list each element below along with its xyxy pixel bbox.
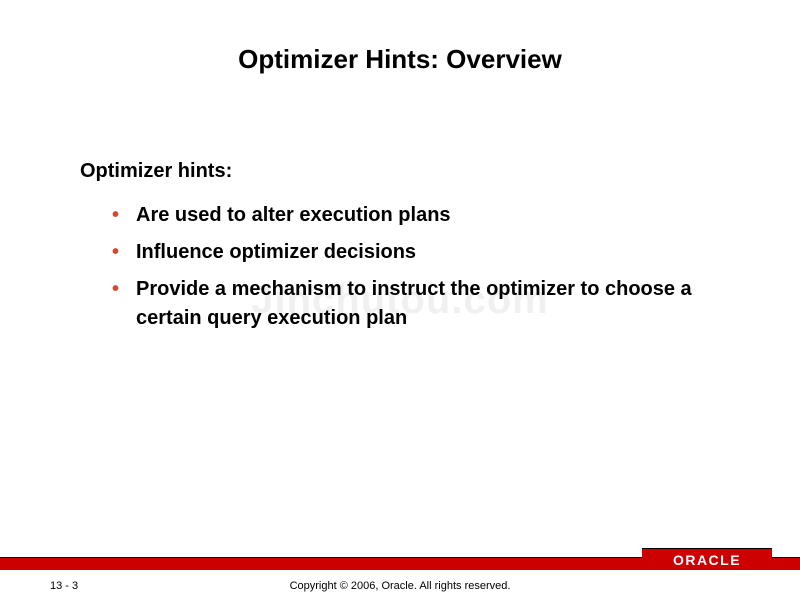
oracle-logo-text: ORACLE [673,552,741,568]
list-item: Provide a mechanism to instruct the opti… [112,275,740,333]
lead-text: Optimizer hints: [80,160,740,183]
slide: Optimizer Hints: Overview Optimizer hint… [0,0,800,600]
slide-title: Optimizer Hints: Overview [0,44,800,75]
slide-body: Optimizer hints: Are used to alter execu… [80,160,740,341]
list-item: Are used to alter execution plans [112,201,740,230]
list-item: Influence optimizer decisions [112,238,740,267]
oracle-logo: ORACLE [642,548,772,570]
copyright-text: Copyright © 2006, Oracle. All rights res… [0,580,800,592]
footer: ORACLE 13 - 3 Copyright © 2006, Oracle. … [0,550,800,600]
bullet-list: Are used to alter execution plans Influe… [80,201,740,333]
